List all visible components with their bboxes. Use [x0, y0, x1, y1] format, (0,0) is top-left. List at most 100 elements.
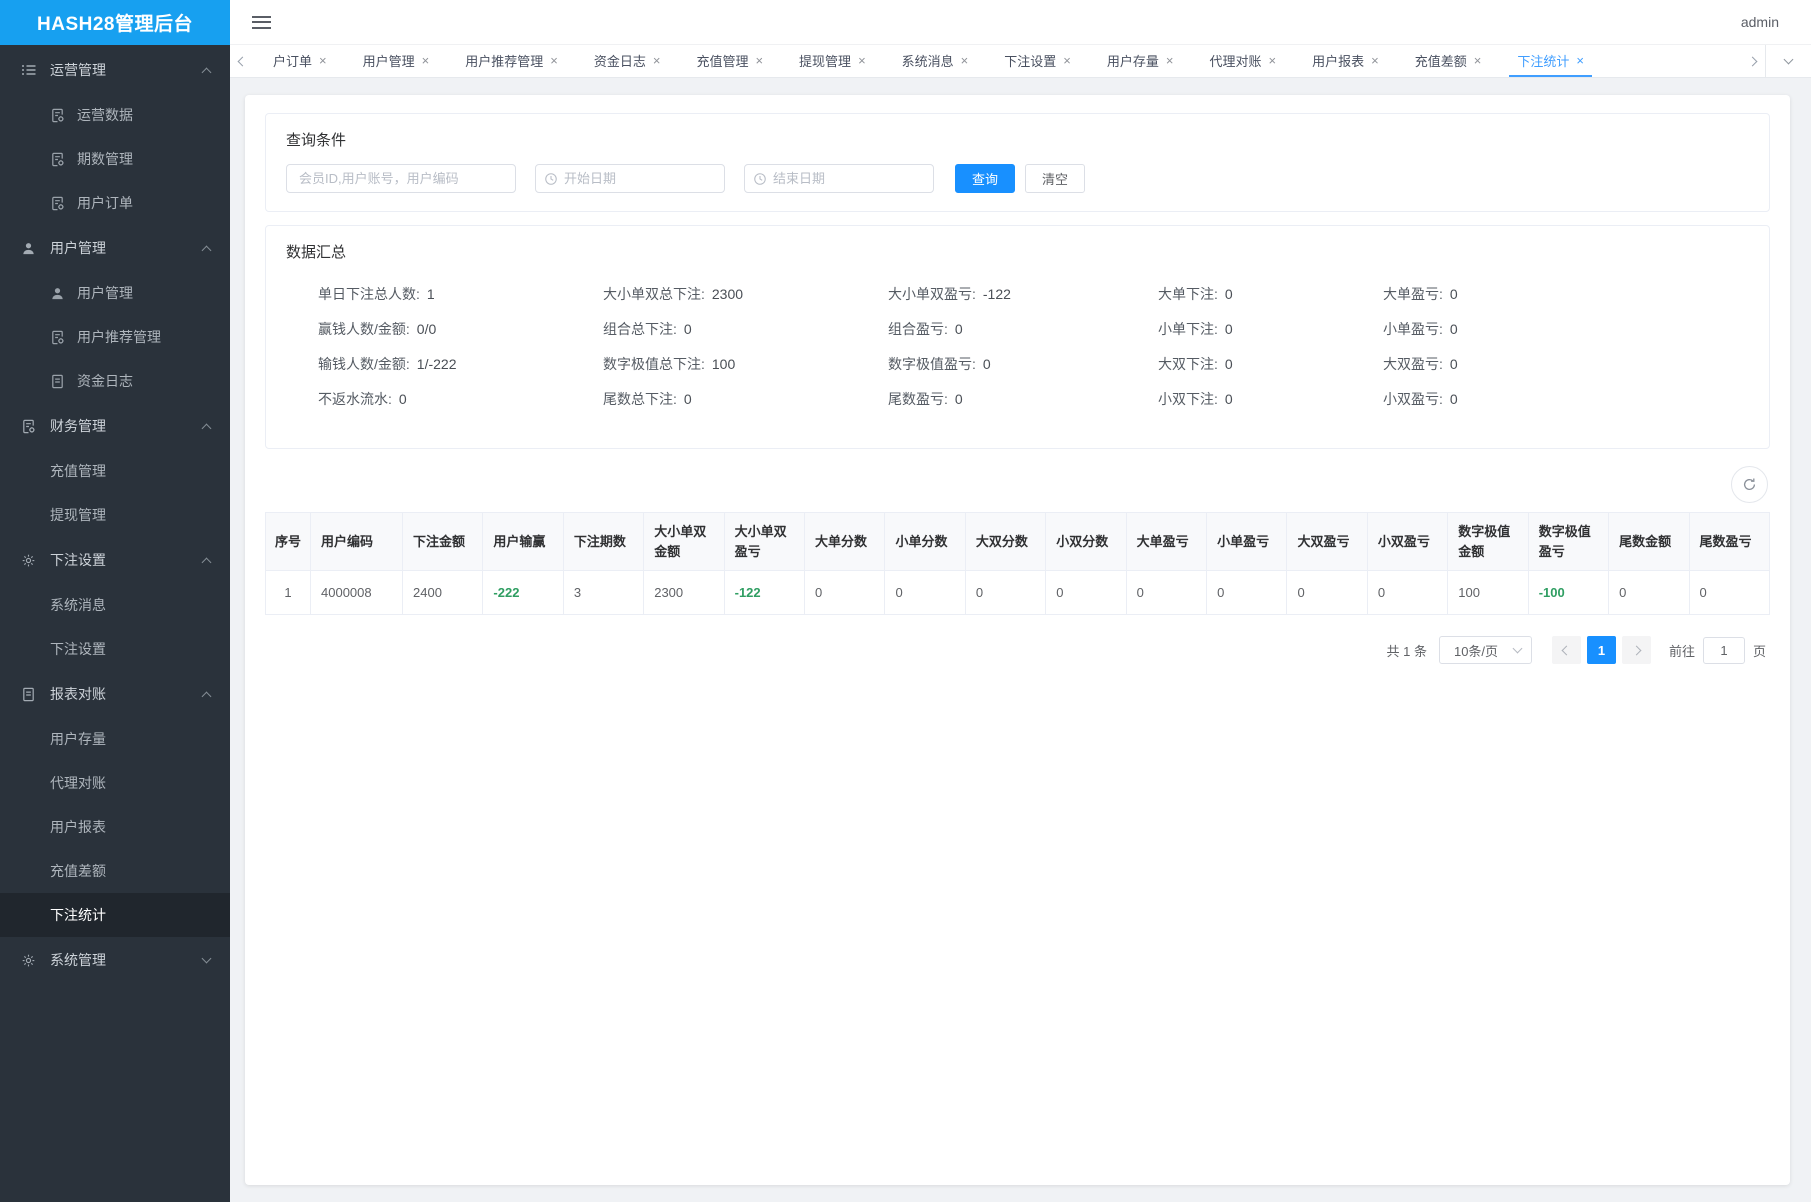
sidebar-item-label: 期数管理 — [77, 151, 133, 167]
tab-agent-reconciliation[interactable]: 代理对账 × — [1201, 45, 1284, 77]
sidebar-item-agent-reconciliation[interactable]: 代理对账 — [0, 761, 230, 805]
sidebar-section-reports[interactable]: 报表对账 — [0, 671, 230, 717]
tab-bet-settings[interactable]: 下注设置 × — [996, 45, 1079, 77]
sidebar-item-user-referral[interactable]: 用户推荐管理 — [0, 315, 230, 359]
sidebar: HASH28管理后台 运营管理 运营数据 期数管理 用户订单 用户管理 用户管理 用户推荐管… — [0, 0, 230, 1202]
tab-user-referral[interactable]: 用户推荐管理 × — [457, 45, 566, 77]
close-icon[interactable]: × — [1269, 53, 1277, 68]
summary-stat-label: 小双下注: — [1158, 390, 1218, 407]
tab-label: 下注统计 — [1517, 53, 1570, 69]
tab-user-orders[interactable]: 户订单 × — [265, 45, 335, 77]
sidebar-item-fund-logs[interactable]: 资金日志 — [0, 359, 230, 403]
tab-scroll-left-icon[interactable] — [230, 45, 255, 77]
page-size-select[interactable]: 10条/页 — [1438, 636, 1532, 664]
tab-actions-dropdown[interactable] — [1765, 45, 1811, 77]
sidebar-item-user-balance[interactable]: 用户存量 — [0, 717, 230, 761]
tab-fund-logs[interactable]: 资金日志 × — [586, 45, 669, 77]
summary-stat-label: 大双下注: — [1158, 355, 1218, 372]
summary-stat: 不返水流水: 0 — [318, 381, 603, 416]
close-icon[interactable]: × — [550, 53, 558, 68]
tab-withdraw-management[interactable]: 提现管理 × — [791, 45, 874, 77]
close-icon[interactable]: × — [1063, 53, 1071, 68]
summary-stat-value: -122 — [982, 285, 1011, 302]
close-icon[interactable]: × — [422, 53, 430, 68]
tab-recharge-management[interactable]: 充值管理 × — [688, 45, 771, 77]
summary-panel: 数据汇总 单日下注总人数: 1 大小单双总下注: 2300 大小单双盈亏: -122 大单下… — [265, 225, 1770, 449]
sidebar-section-finance[interactable]: 财务管理 — [0, 403, 230, 449]
sidebar-item-operation-data[interactable]: 运营数据 — [0, 93, 230, 137]
sidebar-section-bet-settings[interactable]: 下注设置 — [0, 537, 230, 583]
tab-recharge-difference[interactable]: 充值差额 × — [1407, 45, 1490, 77]
sidebar-section-system[interactable]: 系统管理 — [0, 937, 230, 983]
hamburger-icon[interactable] — [252, 12, 271, 32]
prev-page-button[interactable] — [1551, 636, 1581, 664]
doc-gear-icon — [20, 418, 37, 435]
report-table: 序号 用户编码 下注金额 用户输赢 下注期数 大小单双金额 大小单双盈亏 大单分数 小单分数 大双… — [265, 512, 1770, 615]
app-title: HASH28管理后台 — [0, 0, 230, 45]
keyword-input[interactable] — [286, 164, 516, 193]
sidebar-section-label: 系统管理 — [50, 952, 106, 968]
cell-big-odd-score: 0 — [804, 570, 886, 615]
cell-small-even-pl: 0 — [1366, 570, 1449, 615]
close-icon[interactable]: × — [961, 53, 969, 68]
tab-user-balance[interactable]: 用户存量 × — [1099, 45, 1182, 77]
user-menu[interactable]: admin — [1741, 14, 1779, 30]
start-date-input[interactable] — [535, 164, 725, 193]
summary-stat-value: 0 — [1224, 320, 1233, 337]
table-row: 1 4000008 2400 -222 3 2300 -122 0 0 0 0 0 0 0 0 100 -100… — [265, 570, 1770, 615]
tab-user-management[interactable]: 用户管理 × — [355, 45, 438, 77]
close-icon[interactable]: × — [1576, 53, 1584, 68]
close-icon[interactable]: × — [653, 53, 661, 68]
sidebar-section-label: 报表对账 — [50, 686, 106, 702]
close-icon[interactable]: × — [1474, 53, 1482, 68]
summary-stat: 小双盈亏: 0 — [1383, 381, 1749, 416]
sidebar-item-bet-statistics[interactable]: 下注统计 — [0, 893, 230, 937]
end-date-input[interactable] — [744, 164, 934, 193]
sidebar-item-recharge-management[interactable]: 充值管理 — [0, 449, 230, 493]
current-page-button[interactable]: 1 — [1586, 636, 1616, 664]
cell-big-even-pl: 0 — [1286, 570, 1368, 615]
summary-stat: 小单盈亏: 0 — [1383, 311, 1749, 346]
summary-stat-value: 0 — [683, 390, 692, 407]
tab-user-reports[interactable]: 用户报表 × — [1304, 45, 1387, 77]
cell-bet-amount: 2400 — [401, 570, 484, 615]
sidebar-section-operations[interactable]: 运营管理 — [0, 47, 230, 93]
next-page-button[interactable] — [1621, 636, 1651, 664]
end-date-field[interactable] — [773, 171, 925, 186]
sidebar-section-user-management[interactable]: 用户管理 — [0, 225, 230, 271]
close-icon[interactable]: × — [1371, 53, 1379, 68]
search-button[interactable]: 查询 — [955, 164, 1016, 193]
column-header-user-winloss: 用户输赢 — [482, 512, 564, 571]
close-icon[interactable]: × — [1166, 53, 1174, 68]
column-header-bet-periods: 下注期数 — [562, 512, 645, 571]
sidebar-item-period-management[interactable]: 期数管理 — [0, 137, 230, 181]
sidebar-item-user-management[interactable]: 用户管理 — [0, 271, 230, 315]
summary-stat: 大小单双总下注: 2300 — [603, 276, 888, 311]
sidebar-item-user-orders[interactable]: 用户订单 — [0, 181, 230, 225]
cell-small-odd-pl: 0 — [1206, 570, 1288, 615]
sidebar-item-user-reports[interactable]: 用户报表 — [0, 805, 230, 849]
cell-user-winloss: -222 — [482, 570, 564, 615]
tab-scroll-right-icon[interactable] — [1740, 45, 1765, 77]
close-icon[interactable]: × — [755, 53, 763, 68]
sidebar-item-system-messages[interactable]: 系统消息 — [0, 583, 230, 627]
close-icon[interactable]: × — [319, 53, 327, 68]
sidebar-item-label: 系统消息 — [50, 597, 106, 613]
doc-icon — [20, 686, 37, 703]
sidebar-item-recharge-difference[interactable]: 充值差额 — [0, 849, 230, 893]
sidebar-item-label: 用户存量 — [50, 731, 106, 747]
close-icon[interactable]: × — [858, 53, 866, 68]
start-date-field[interactable] — [564, 171, 716, 186]
summary-title: 数据汇总 — [286, 244, 347, 261]
sidebar-item-withdraw-management[interactable]: 提现管理 — [0, 493, 230, 537]
cell-big-odd-pl: 0 — [1125, 570, 1208, 615]
refresh-button[interactable] — [1731, 466, 1768, 503]
clock-icon — [544, 172, 558, 186]
clear-button[interactable]: 清空 — [1025, 164, 1086, 193]
goto-page-input[interactable] — [1702, 636, 1745, 664]
sidebar-item-bet-settings[interactable]: 下注设置 — [0, 627, 230, 671]
tab-system-messages[interactable]: 系统消息 × — [894, 45, 977, 77]
tab-bet-statistics[interactable]: 下注统计 × — [1509, 45, 1592, 77]
cell-user-code: 4000008 — [310, 570, 403, 615]
sidebar-item-label: 下注统计 — [50, 907, 106, 923]
